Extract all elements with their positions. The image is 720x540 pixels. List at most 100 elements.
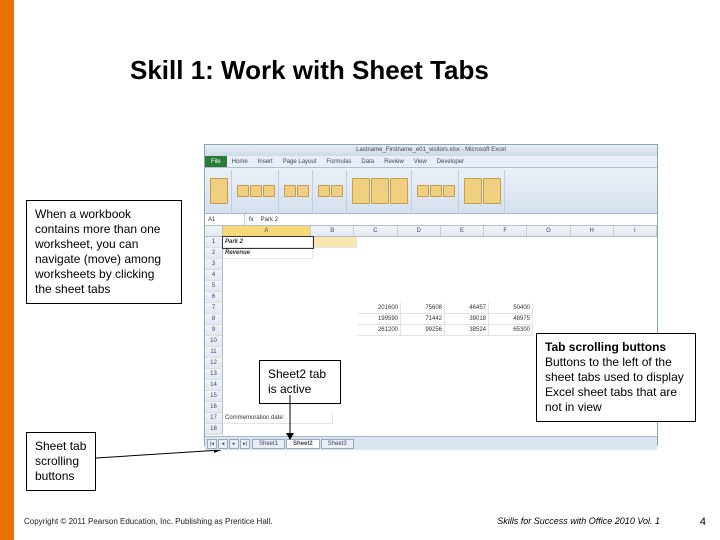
footer-book-title: Skills for Success with Office 2010 Vol.… <box>497 516 660 526</box>
callout-title: Tab scrolling buttons <box>545 340 666 354</box>
col-header[interactable]: C <box>354 226 397 237</box>
delete-icon[interactable] <box>430 185 442 197</box>
row-header[interactable]: 2 <box>205 248 223 259</box>
cell[interactable] <box>313 237 357 248</box>
row-header[interactable]: 14 <box>205 380 223 391</box>
sort-filter-icon[interactable] <box>464 178 482 204</box>
align-icon[interactable] <box>284 185 296 197</box>
number-icon[interactable] <box>331 185 343 197</box>
col-header[interactable]: F <box>484 226 527 237</box>
row-header[interactable]: 4 <box>205 270 223 281</box>
callout-text: Sheet2 tab is active <box>268 367 326 396</box>
cell[interactable]: 75608 <box>401 303 445 314</box>
ribbon-tab[interactable]: Home <box>227 156 253 167</box>
ribbon-tabs: File Home Insert Page Layout Formulas Da… <box>205 156 657 168</box>
col-header[interactable]: E <box>441 226 484 237</box>
window-titlebar: Lastname_Firstname_e01_visitors.xlsx - M… <box>205 145 657 156</box>
row-header[interactable]: 5 <box>205 281 223 292</box>
ribbon-tab[interactable]: Data <box>356 156 379 167</box>
next-sheet-icon[interactable]: ▸ <box>229 439 239 449</box>
font-icon[interactable] <box>250 185 262 197</box>
paste-icon[interactable] <box>210 178 228 204</box>
sheet-tab[interactable]: Sheet3 <box>321 439 354 449</box>
align-icon[interactable] <box>297 185 309 197</box>
cell-a2[interactable]: Revenue <box>223 248 313 259</box>
row-header[interactable]: 11 <box>205 347 223 358</box>
fx-icon[interactable]: fx <box>245 214 258 225</box>
callout-text: When a workbook contains more than one w… <box>35 207 161 296</box>
col-header[interactable]: B <box>311 226 354 237</box>
tab-scrolling-buttons: |◂ ◂ ▸ ▸| <box>207 439 251 449</box>
ribbon-tab[interactable]: Insert <box>253 156 278 167</box>
footer-copyright: Copyright © 2011 Pearson Education, Inc.… <box>24 517 273 526</box>
row-header[interactable]: 15 <box>205 391 223 402</box>
ribbon-tab[interactable]: Developer <box>432 156 469 167</box>
row-header[interactable]: 9 <box>205 325 223 336</box>
format-icon[interactable] <box>443 185 455 197</box>
sheet-tab[interactable]: Sheet1 <box>252 439 285 449</box>
row-header[interactable]: 12 <box>205 358 223 369</box>
col-header[interactable]: H <box>571 226 614 237</box>
cell[interactable]: 201600 <box>357 303 401 314</box>
callout-scroll-buttons: Sheet tab scrolling buttons <box>26 432 96 491</box>
col-header[interactable]: A <box>223 226 311 237</box>
ribbon-tab[interactable]: View <box>409 156 432 167</box>
ribbon-tab[interactable]: Review <box>379 156 409 167</box>
cell[interactable]: 199590 <box>357 314 401 325</box>
cell[interactable]: 39018 <box>445 314 489 325</box>
page-number: 4 <box>700 516 706 528</box>
cell-styles-icon[interactable] <box>390 178 408 204</box>
row-header[interactable]: 16 <box>205 402 223 413</box>
format-table-icon[interactable] <box>371 178 389 204</box>
callout-tab-scrolling: Tab scrolling buttons Buttons to the lef… <box>536 333 696 422</box>
callout-text: Sheet tab scrolling buttons <box>35 439 86 483</box>
find-select-icon[interactable] <box>483 178 501 204</box>
font-icon[interactable] <box>263 185 275 197</box>
formula-content[interactable]: Park 2 <box>258 214 657 225</box>
cell[interactable]: 46457 <box>445 303 489 314</box>
col-header[interactable]: I <box>614 226 657 237</box>
cell[interactable]: 50400 <box>489 303 533 314</box>
first-sheet-icon[interactable]: |◂ <box>207 439 217 449</box>
page-title: Skill 1: Work with Sheet Tabs <box>130 55 489 86</box>
row-header[interactable]: 18 <box>205 424 223 435</box>
row-header[interactable]: 10 <box>205 336 223 347</box>
row-header[interactable]: 3 <box>205 259 223 270</box>
col-header[interactable]: D <box>398 226 441 237</box>
cell[interactable]: 71442 <box>401 314 445 325</box>
cell[interactable]: 99256 <box>401 325 445 336</box>
prev-sheet-icon[interactable]: ◂ <box>218 439 228 449</box>
select-all-corner[interactable] <box>205 226 223 237</box>
callout-text: Buttons to the left of the sheet tabs us… <box>545 355 684 414</box>
last-sheet-icon[interactable]: ▸| <box>240 439 250 449</box>
cell[interactable]: 65300 <box>489 325 533 336</box>
font-icon[interactable] <box>237 185 249 197</box>
row-header[interactable]: 6 <box>205 292 223 303</box>
callout-sheet2: Sheet2 tab is active <box>259 360 341 404</box>
number-icon[interactable] <box>318 185 330 197</box>
file-tab[interactable]: File <box>205 156 227 167</box>
callout-workbook: When a workbook contains more than one w… <box>26 200 182 304</box>
name-box[interactable]: A1 <box>205 214 245 225</box>
cell-a17[interactable]: Commemoration date: <box>223 413 333 424</box>
ribbon <box>205 168 657 214</box>
sheet-tab-active[interactable]: Sheet2 <box>286 439 320 449</box>
slide-accent-bar <box>0 0 14 540</box>
conditional-formatting-icon[interactable] <box>352 178 370 204</box>
row-header[interactable]: 7 <box>205 303 223 314</box>
cell[interactable]: 48975 <box>489 314 533 325</box>
insert-icon[interactable] <box>417 185 429 197</box>
ribbon-tab[interactable]: Page Layout <box>278 156 322 167</box>
col-header[interactable]: G <box>527 226 570 237</box>
row-header[interactable]: 1 <box>205 237 223 248</box>
sheet-tab-bar: |◂ ◂ ▸ ▸| Sheet1 Sheet2 Sheet3 <box>205 436 657 450</box>
ribbon-tab[interactable]: Formulas <box>321 156 356 167</box>
cell[interactable]: 38524 <box>445 325 489 336</box>
pointer-line <box>96 450 236 480</box>
row-header[interactable]: 17 <box>205 413 223 424</box>
cell[interactable]: 261200 <box>357 325 401 336</box>
cell-a1[interactable]: Park 2 <box>223 237 313 248</box>
row-header[interactable]: 13 <box>205 369 223 380</box>
formula-bar: A1 fx Park 2 <box>205 214 657 226</box>
row-header[interactable]: 8 <box>205 314 223 325</box>
